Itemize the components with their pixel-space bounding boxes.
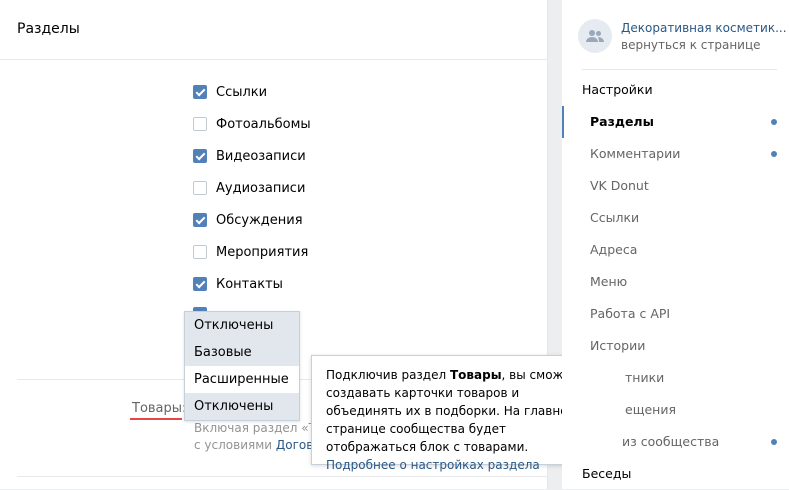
- tooltip-text-start: Подключив раздел: [326, 368, 450, 382]
- goods-underline: [130, 418, 182, 420]
- sidebar-item-label: из сообщества: [622, 434, 720, 449]
- goods-description-line1: Включая раздел «То: [194, 421, 324, 435]
- sidebar-item-sections[interactable]: Разделы: [562, 106, 789, 138]
- sidebar-item-label: Комментарии: [590, 146, 681, 161]
- checkbox-audio[interactable]: [193, 181, 207, 195]
- tooltip-bold: Товары: [449, 368, 502, 382]
- group-name-link[interactable]: Декоративная косметик...: [621, 21, 787, 35]
- checkbox-label: Контакты: [216, 276, 283, 292]
- checkbox-photo-albums[interactable]: [193, 117, 207, 131]
- active-indicator: [562, 106, 564, 138]
- goods-description-line2: с условиями Догово: [194, 438, 321, 452]
- checkbox-discussions[interactable]: [193, 213, 207, 227]
- notification-dot: [771, 119, 777, 125]
- bottom-divider: [17, 476, 547, 477]
- dropdown-option-disabled[interactable]: Отключены: [185, 393, 299, 420]
- sidebar-item-vk-donut[interactable]: VK Donut: [562, 170, 789, 202]
- checkbox-label: Видеозаписи: [216, 148, 306, 164]
- sidebar-item-label: Разделы: [590, 114, 654, 129]
- sidebar-item-stories[interactable]: Истории: [562, 330, 789, 362]
- dropdown-option-disabled-current[interactable]: Отключены: [185, 312, 299, 339]
- sidebar-item-comments[interactable]: Комментарии: [562, 138, 789, 170]
- checkbox-videos[interactable]: [193, 149, 207, 163]
- checkbox-row-videos[interactable]: Видеозаписи: [193, 148, 306, 164]
- sidebar-item-settings[interactable]: Настройки: [562, 74, 789, 106]
- checkbox-links[interactable]: [193, 85, 207, 99]
- dropdown-option-basic[interactable]: Базовые: [185, 339, 299, 366]
- checkbox-label: Ссылки: [216, 84, 268, 100]
- page-title: Разделы: [17, 21, 80, 37]
- checkbox-label: Мероприятия: [216, 244, 309, 260]
- sidebar-item-links[interactable]: Ссылки: [562, 202, 789, 234]
- notification-dot: [771, 151, 777, 157]
- back-to-page-link[interactable]: вернуться к странице: [621, 38, 761, 52]
- dropdown-option-extended[interactable]: Расширенные: [185, 366, 299, 393]
- checkbox-row-photo-albums[interactable]: Фотоальбомы: [193, 116, 311, 132]
- sidebar-divider: [582, 69, 777, 70]
- checkbox-label: Аудиозаписи: [216, 180, 306, 196]
- settings-sidebar: Декоративная косметик... вернуться к стр…: [562, 0, 789, 489]
- group-icon: [586, 30, 604, 42]
- header-divider: [0, 59, 547, 60]
- sidebar-item-addresses[interactable]: Адреса: [562, 234, 789, 266]
- sidebar-item-members[interactable]: тники: [562, 362, 789, 394]
- sidebar-item-chats[interactable]: Беседы: [562, 458, 789, 490]
- checkbox-label: Обсуждения: [216, 212, 303, 228]
- checkbox-row-discussions[interactable]: Обсуждения: [193, 212, 303, 228]
- group-avatar[interactable]: [578, 19, 612, 53]
- sidebar-item-messages[interactable]: ещения: [562, 394, 789, 426]
- checkbox-row-contacts[interactable]: Контакты: [193, 276, 283, 292]
- checkbox-events[interactable]: [193, 245, 207, 259]
- notification-dot: [771, 439, 777, 445]
- checkbox-contacts[interactable]: [193, 277, 207, 291]
- goods-description-prefix: с условиями: [194, 438, 273, 452]
- checkbox-label: Фотоальбомы: [216, 116, 311, 132]
- sidebar-item-menu[interactable]: Меню: [562, 266, 789, 298]
- sidebar-item-from-community[interactable]: из сообщества: [562, 426, 789, 458]
- checkbox-row-links[interactable]: Ссылки: [193, 84, 267, 100]
- tooltip-more-link[interactable]: Подробнее о настройках раздела: [326, 458, 540, 472]
- sidebar-item-api[interactable]: Работа с API: [562, 298, 789, 330]
- checkbox-row-events[interactable]: Мероприятия: [193, 244, 308, 260]
- goods-label: Товары:: [132, 401, 187, 416]
- checkbox-row-audio[interactable]: Аудиозаписи: [193, 180, 305, 196]
- goods-mode-dropdown[interactable]: Отключены Базовые Расширенные Отключены: [184, 311, 300, 421]
